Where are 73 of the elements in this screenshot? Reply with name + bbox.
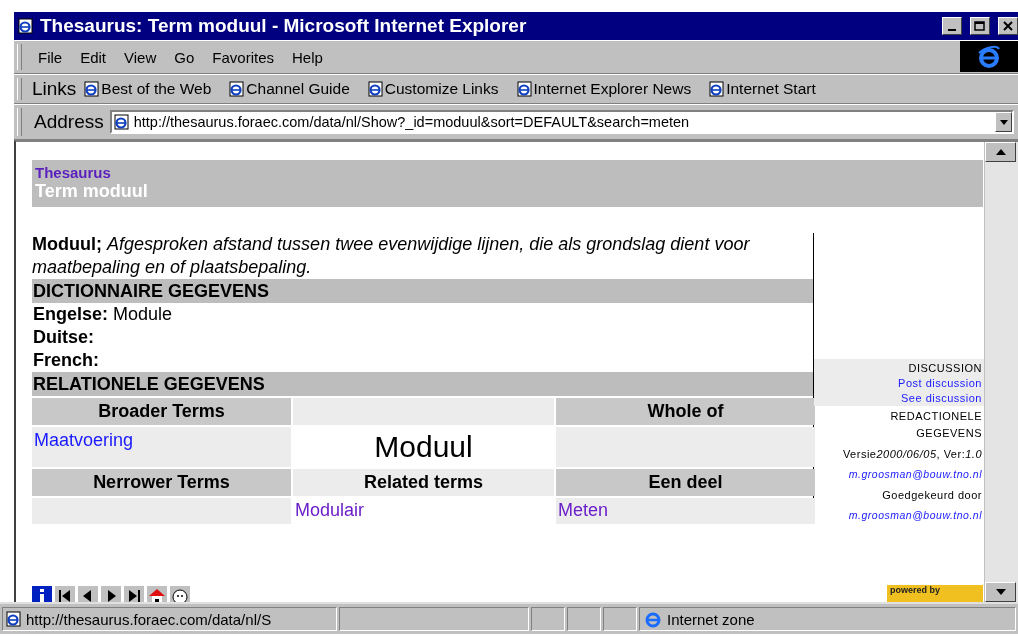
definition-text: Moduul; Afgesproken afstand tussen twee evenwijdige lijnen, die als grondslag dient voor maatbepaling en of plaatsbepaling. xyxy=(32,233,751,279)
term-link[interactable]: Meten xyxy=(558,500,609,521)
previous-icon[interactable] xyxy=(78,586,98,602)
status-url: http://thesaurus.foraec.com/data/nl/S xyxy=(2,607,337,631)
close-icon xyxy=(1003,21,1013,31)
column-heading: Een deel xyxy=(556,469,815,496)
next-icon[interactable] xyxy=(101,586,121,602)
page-icon xyxy=(84,81,101,97)
page-icon xyxy=(229,81,246,97)
page-icon xyxy=(516,81,533,97)
version-text: Versie2000/06/05, Ver:1.0 xyxy=(841,447,982,462)
editorial-heading: REDACTIONELE GEGEVENS xyxy=(889,409,982,441)
menu-item[interactable]: Edit xyxy=(72,46,115,68)
discussion-link[interactable]: See discussion xyxy=(814,391,982,406)
home-icon[interactable] xyxy=(147,586,167,602)
approver-email-link[interactable]: m.groosman@bouw.tno.nl xyxy=(814,507,982,524)
discussion-heading: DISCUSSION xyxy=(907,361,982,376)
dictionary-entry: French: xyxy=(32,349,100,372)
term-link[interactable]: Modulair xyxy=(295,500,365,521)
status-pane xyxy=(567,607,601,631)
term-link[interactable]: Maatvoering xyxy=(34,430,134,451)
link-button[interactable]: Channel Guide xyxy=(229,80,350,98)
maximize-icon xyxy=(974,20,986,32)
up-arrow-icon xyxy=(995,149,1006,155)
page-icon xyxy=(113,114,130,130)
window-title: Thesaurus: Term moduul - Microsoft Internet Explorer xyxy=(40,15,528,37)
minimize-icon xyxy=(948,29,956,31)
dots-circle-icon[interactable] xyxy=(170,586,190,602)
column-heading: Whole of xyxy=(556,398,815,425)
page-icon xyxy=(709,81,726,97)
dictionary-entry: Engelse: Module xyxy=(32,303,174,326)
header-title: Term moduul xyxy=(35,181,149,202)
column-heading: Nerrower Terms xyxy=(32,469,291,496)
section-heading: DICTIONNAIRE GEGEVENS xyxy=(32,279,813,303)
discussion-link[interactable]: Post discussion xyxy=(814,376,982,391)
powered-by-badge[interactable]: powered by xyxy=(887,585,983,602)
column-heading: Related terms xyxy=(293,469,554,496)
ie-logo-icon xyxy=(18,18,34,34)
author-email-link[interactable]: m.groosman@bouw.tno.nl xyxy=(814,466,982,483)
approved-label: Goedgekeurd door xyxy=(881,488,982,503)
caret-icon xyxy=(999,119,1008,125)
status-pane xyxy=(603,607,637,631)
status-zone: Internet zone xyxy=(639,607,1016,631)
maximize-button[interactable] xyxy=(970,17,990,35)
link-button[interactable]: Internet Explorer News xyxy=(516,80,692,98)
ie-logo-icon xyxy=(976,44,1002,69)
menu-item[interactable]: Go xyxy=(166,46,203,68)
dropdown-button[interactable] xyxy=(995,112,1012,132)
menu-item[interactable]: Favorites xyxy=(204,46,282,68)
first-icon[interactable] xyxy=(55,586,75,602)
down-arrow-icon xyxy=(995,589,1006,595)
close-button[interactable] xyxy=(998,17,1018,35)
scroll-up-button[interactable] xyxy=(985,142,1016,162)
scroll-down-button[interactable] xyxy=(985,582,1016,602)
minimize-button[interactable] xyxy=(942,17,962,35)
column-heading: Broader Terms xyxy=(32,398,291,425)
page-icon xyxy=(367,81,384,97)
menu-item[interactable]: View xyxy=(116,46,165,68)
last-icon[interactable] xyxy=(124,586,144,602)
status-pane xyxy=(531,607,565,631)
address-field[interactable]: http://thesaurus.foraec.com/data/nl/Show?_id=moduul&sort=DEFAULT&search=meten xyxy=(109,110,1014,134)
link-button[interactable]: Customize Links xyxy=(367,80,499,98)
address-label: Address xyxy=(34,111,104,133)
dictionary-entry: Duitse: xyxy=(32,326,95,349)
info-icon[interactable] xyxy=(32,586,52,602)
page-icon xyxy=(6,611,22,627)
header-section: Thesaurus xyxy=(35,164,980,181)
links-label: Links xyxy=(32,78,77,100)
section-heading: RELATIONELE GEGEVENS xyxy=(32,372,813,396)
menu-item[interactable]: File xyxy=(30,46,71,68)
menu-item[interactable]: Help xyxy=(284,46,331,68)
link-button[interactable]: Internet Start xyxy=(709,80,816,98)
link-button[interactable]: Best of the Web xyxy=(84,80,212,98)
